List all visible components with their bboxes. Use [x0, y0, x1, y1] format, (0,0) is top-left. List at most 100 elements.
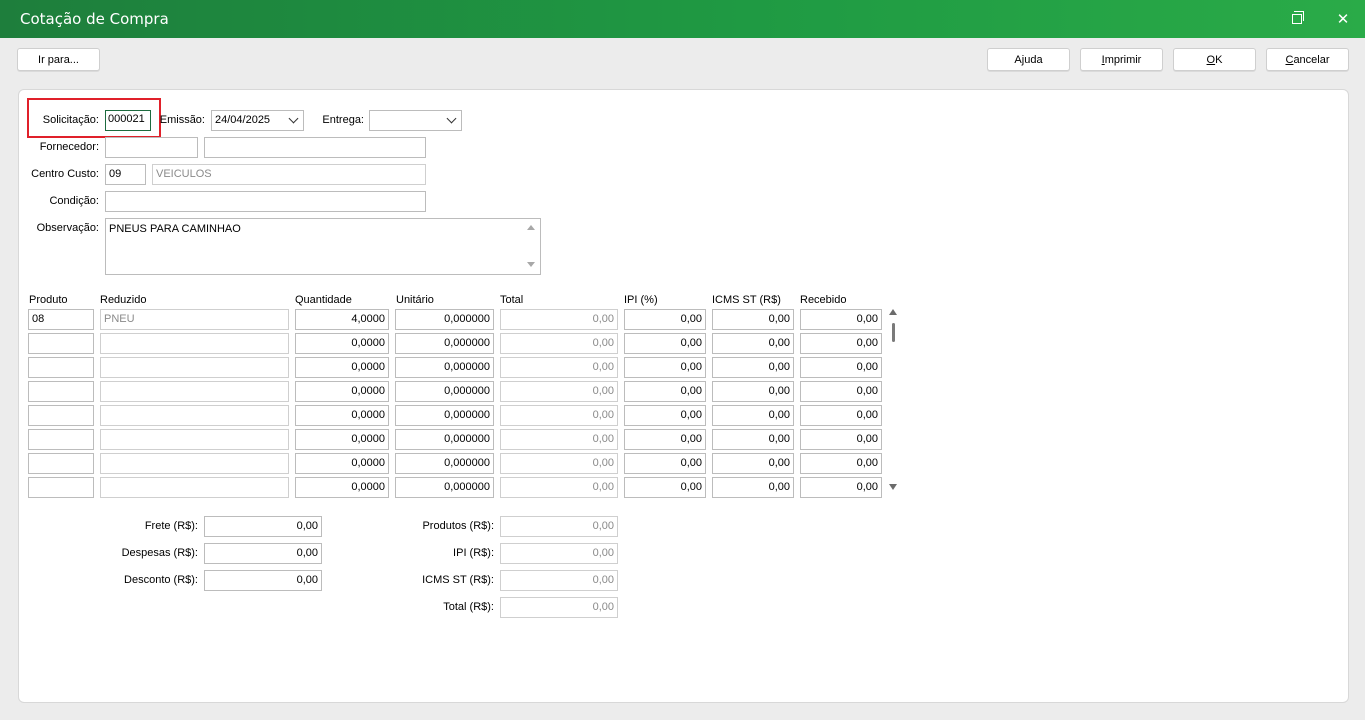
cell-quantidade[interactable]: 0,0000: [295, 405, 389, 426]
cell-ipi[interactable]: 0,00: [624, 453, 706, 474]
cell-recebido[interactable]: 0,00: [800, 333, 882, 354]
ok-button-label: K: [1215, 53, 1223, 66]
cell-unitario[interactable]: 0,000000: [395, 309, 494, 330]
cell-produto[interactable]: 08: [28, 309, 94, 330]
cell-ipi[interactable]: 0,00: [624, 429, 706, 450]
cell-quantidade[interactable]: 0,0000: [295, 333, 389, 354]
cell-produto[interactable]: [28, 477, 94, 498]
cell-reduzido: [100, 453, 289, 474]
desconto-label: Desconto (R$):: [124, 574, 198, 586]
cell-produto[interactable]: [28, 429, 94, 450]
icms-total-label: ICMS ST (R$):: [422, 574, 494, 586]
cell-icms[interactable]: 0,00: [712, 453, 794, 474]
grid-scroll-down-icon[interactable]: [889, 484, 897, 490]
cell-unitario[interactable]: 0,000000: [395, 405, 494, 426]
centro-custo-code-field[interactable]: 09: [105, 164, 146, 185]
help-button[interactable]: Ajuda: [987, 48, 1070, 71]
cell-quantidade[interactable]: 0,0000: [295, 357, 389, 378]
cancel-button[interactable]: Cancelar: [1266, 48, 1349, 71]
title-bar: Cotação de Compra ✕: [0, 0, 1365, 38]
cell-icms[interactable]: 0,00: [712, 309, 794, 330]
frete-field[interactable]: 0,00: [204, 516, 322, 537]
scroll-down-icon[interactable]: [527, 262, 535, 267]
cell-total: 0,00: [500, 453, 618, 474]
cell-quantidade[interactable]: 0,0000: [295, 453, 389, 474]
grid-scroll-up-icon[interactable]: [889, 309, 897, 315]
cell-icms[interactable]: 0,00: [712, 381, 794, 402]
cancel-button-label: ancelar: [1293, 53, 1330, 66]
cell-ipi[interactable]: 0,00: [624, 309, 706, 330]
cell-produto[interactable]: [28, 453, 94, 474]
scroll-up-icon[interactable]: [527, 225, 535, 230]
cell-icms[interactable]: 0,00: [712, 405, 794, 426]
cell-ipi[interactable]: 0,00: [624, 405, 706, 426]
produtos-total-field: 0,00: [500, 516, 618, 537]
goto-button[interactable]: Ir para...: [17, 48, 100, 71]
cell-unitario[interactable]: 0,000000: [395, 453, 494, 474]
grand-total-label: Total (R$):: [443, 601, 494, 613]
cell-reduzido: [100, 357, 289, 378]
cell-total: 0,00: [500, 309, 618, 330]
cell-quantidade[interactable]: 0,0000: [295, 381, 389, 402]
cell-quantidade[interactable]: 0,0000: [295, 429, 389, 450]
desconto-field[interactable]: 0,00: [204, 570, 322, 591]
ipi-total-label: IPI (R$):: [453, 547, 494, 559]
col-header-unitario: Unitário: [396, 294, 434, 306]
cell-unitario[interactable]: 0,000000: [395, 333, 494, 354]
produtos-total-label: Produtos (R$):: [422, 520, 494, 532]
cell-recebido[interactable]: 0,00: [800, 357, 882, 378]
cell-recebido[interactable]: 0,00: [800, 453, 882, 474]
cell-reduzido: [100, 405, 289, 426]
close-button[interactable]: ✕: [1329, 6, 1357, 32]
centro-custo-label: Centro Custo:: [31, 168, 99, 180]
cell-reduzido: [100, 429, 289, 450]
despesas-field[interactable]: 0,00: [204, 543, 322, 564]
emissao-value: 24/04/2025: [215, 114, 271, 126]
cell-ipi[interactable]: 0,00: [624, 357, 706, 378]
condicao-field[interactable]: [105, 191, 426, 212]
cell-unitario[interactable]: 0,000000: [395, 381, 494, 402]
ok-accesskey: O: [1206, 53, 1216, 66]
ok-button[interactable]: OK: [1173, 48, 1256, 71]
entrega-date-picker[interactable]: [369, 110, 462, 131]
cell-unitario[interactable]: 0,000000: [395, 477, 494, 498]
cell-recebido[interactable]: 0,00: [800, 381, 882, 402]
cell-recebido[interactable]: 0,00: [800, 477, 882, 498]
cell-produto[interactable]: [28, 357, 94, 378]
cell-total: 0,00: [500, 381, 618, 402]
fornecedor-code-field[interactable]: [105, 137, 198, 158]
grand-total-field: 0,00: [500, 597, 618, 618]
restore-button[interactable]: [1283, 6, 1311, 32]
cell-produto[interactable]: [28, 333, 94, 354]
cell-icms[interactable]: 0,00: [712, 333, 794, 354]
print-button[interactable]: Imprimir: [1080, 48, 1163, 71]
cell-icms[interactable]: 0,00: [712, 429, 794, 450]
cell-quantidade[interactable]: 0,0000: [295, 477, 389, 498]
cell-reduzido: [100, 381, 289, 402]
observacao-memo[interactable]: PNEUS PARA CAMINHAO: [105, 218, 541, 275]
cell-ipi[interactable]: 0,00: [624, 333, 706, 354]
cell-recebido[interactable]: 0,00: [800, 309, 882, 330]
cell-quantidade[interactable]: 4,0000: [295, 309, 389, 330]
goto-button-label: Ir para...: [38, 53, 79, 66]
col-header-icms: ICMS ST (R$): [712, 294, 781, 306]
col-header-produto: Produto: [29, 294, 68, 306]
cell-produto[interactable]: [28, 381, 94, 402]
emissao-date-picker[interactable]: 24/04/2025: [211, 110, 304, 131]
cell-unitario[interactable]: 0,000000: [395, 429, 494, 450]
cell-ipi[interactable]: 0,00: [624, 381, 706, 402]
cell-recebido[interactable]: 0,00: [800, 429, 882, 450]
cell-icms[interactable]: 0,00: [712, 357, 794, 378]
grid-scrollbar-thumb[interactable]: [892, 323, 895, 342]
chevron-down-icon: [446, 113, 457, 124]
cell-ipi[interactable]: 0,00: [624, 477, 706, 498]
fornecedor-name-field[interactable]: [204, 137, 426, 158]
cell-unitario[interactable]: 0,000000: [395, 357, 494, 378]
print-button-label: mprimir: [1104, 53, 1142, 66]
condicao-label: Condição:: [49, 195, 99, 207]
emissao-label: Emissão:: [159, 114, 205, 126]
cell-produto[interactable]: [28, 405, 94, 426]
cell-icms[interactable]: 0,00: [712, 477, 794, 498]
observacao-label: Observação:: [36, 222, 99, 234]
cell-recebido[interactable]: 0,00: [800, 405, 882, 426]
